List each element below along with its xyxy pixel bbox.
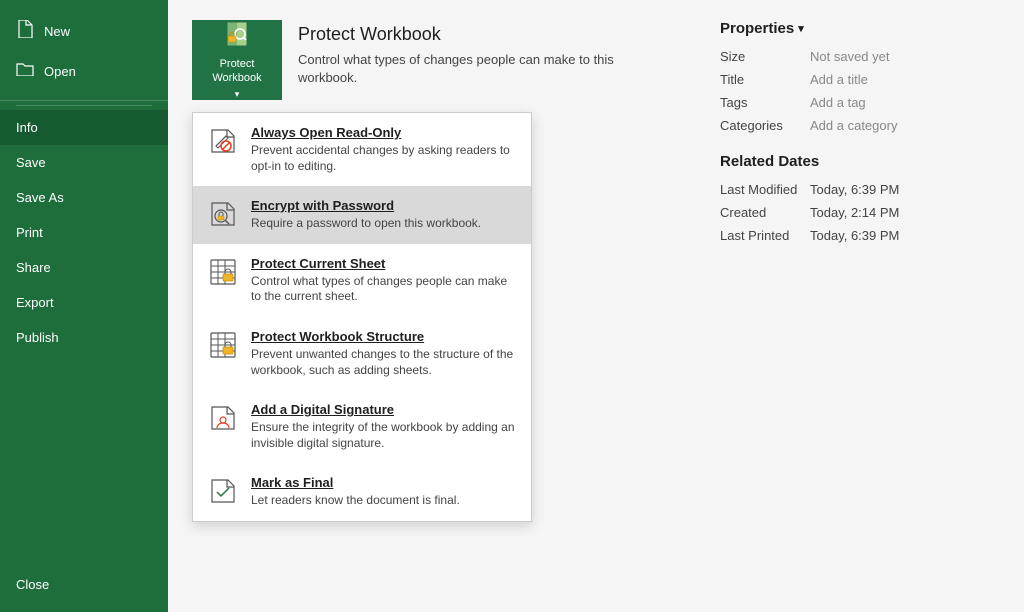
related-dates-header: Related Dates xyxy=(720,153,1000,170)
dropdown-item-mark-final-desc: Let readers know the document is final. xyxy=(251,493,460,509)
prop-value-size: Not saved yet xyxy=(810,49,890,64)
protect-label-2: Workbook xyxy=(212,72,261,84)
sidebar-item-close[interactable]: Close xyxy=(0,567,168,602)
properties-chevron-icon: ▾ xyxy=(798,22,804,35)
sidebar-top: New Open xyxy=(0,0,168,101)
dropdown-item-digital-sig-title: Add a Digital Signature xyxy=(251,402,517,417)
dropdown-item-read-only-text: Always Open Read-Only Prevent accidental… xyxy=(251,125,517,174)
sidebar-label-open: Open xyxy=(44,64,76,79)
sidebar-item-info[interactable]: Info xyxy=(0,110,168,145)
protect-workbook-title: Protect Workbook xyxy=(298,24,618,45)
protect-sheet-icon xyxy=(207,256,239,288)
sidebar-divider xyxy=(16,105,152,106)
dropdown-item-digital-sig-desc: Ensure the integrity of the workbook by … xyxy=(251,420,517,451)
sidebar-item-open[interactable]: Open xyxy=(0,52,168,90)
property-row-title: Title Add a title xyxy=(720,72,1000,87)
date-label-printed: Last Printed xyxy=(720,228,810,243)
protect-description: Protect Workbook Control what types of c… xyxy=(298,20,618,87)
sidebar-label-info: Info xyxy=(16,120,38,135)
dropdown-item-protect-structure-text: Protect Workbook Structure Prevent unwan… xyxy=(251,329,517,378)
dropdown-item-protect-structure-desc: Prevent unwanted changes to the structur… xyxy=(251,347,517,378)
sidebar-label-export: Export xyxy=(16,295,54,310)
sidebar-item-save-as[interactable]: Save As xyxy=(0,180,168,215)
dropdown-item-read-only[interactable]: Always Open Read-Only Prevent accidental… xyxy=(193,113,531,186)
prop-value-tags[interactable]: Add a tag xyxy=(810,95,866,110)
sidebar-label-save: Save xyxy=(16,155,46,170)
dropdown-item-mark-final[interactable]: Mark as Final Let readers know the docum… xyxy=(193,463,531,521)
new-document-icon xyxy=(16,20,34,42)
main-content: Protect Workbook ▾ Protect Workbook Cont… xyxy=(168,0,1024,612)
dropdown-item-mark-final-text: Mark as Final Let readers know the docum… xyxy=(251,475,460,509)
digital-signature-icon xyxy=(207,402,239,434)
protect-workbook-button[interactable]: Protect Workbook ▾ xyxy=(192,20,282,100)
sidebar-bottom: Close xyxy=(0,567,168,612)
prop-label-tags: Tags xyxy=(720,95,810,110)
sidebar-label-save-as: Save As xyxy=(16,190,64,205)
sidebar-item-publish[interactable]: Publish xyxy=(0,320,168,355)
prop-label-title: Title xyxy=(720,72,810,87)
protect-dropdown-arrow-icon: ▾ xyxy=(235,89,240,100)
dropdown-item-protect-sheet-title: Protect Current Sheet xyxy=(251,256,517,271)
dropdown-item-protect-structure-title: Protect Workbook Structure xyxy=(251,329,517,344)
left-panel: Protect Workbook ▾ Protect Workbook Cont… xyxy=(192,20,700,592)
encrypt-icon xyxy=(207,198,239,230)
sidebar-item-share[interactable]: Share xyxy=(0,250,168,285)
properties-title: Properties xyxy=(720,20,794,37)
info-area: Protect Workbook ▾ Protect Workbook Cont… xyxy=(168,0,1024,612)
dropdown-item-digital-sig-text: Add a Digital Signature Ensure the integ… xyxy=(251,402,517,451)
mark-final-icon xyxy=(207,475,239,507)
dropdown-item-protect-structure[interactable]: Protect Workbook Structure Prevent unwan… xyxy=(193,317,531,390)
protect-workbook-desc: Control what types of changes people can… xyxy=(298,51,618,87)
sidebar-label-new: New xyxy=(44,24,70,39)
sidebar-label-publish: Publish xyxy=(16,330,59,345)
dropdown-item-mark-final-title: Mark as Final xyxy=(251,475,460,490)
sidebar-item-save[interactable]: Save xyxy=(0,145,168,180)
sidebar-label-close: Close xyxy=(16,577,49,592)
protect-workbook-icon xyxy=(223,20,251,54)
properties-table: Size Not saved yet Title Add a title Tag… xyxy=(720,49,1000,133)
prop-value-categories[interactable]: Add a category xyxy=(810,118,897,133)
dropdown-item-digital-sig[interactable]: Add a Digital Signature Ensure the integ… xyxy=(193,390,531,463)
date-value-created: Today, 2:14 PM xyxy=(810,205,899,220)
properties-header: Properties ▾ xyxy=(720,20,1000,37)
dropdown-item-read-only-desc: Prevent accidental changes by asking rea… xyxy=(251,143,517,174)
dropdown-item-read-only-title: Always Open Read-Only xyxy=(251,125,517,140)
dropdown-item-protect-sheet-desc: Control what types of changes people can… xyxy=(251,274,517,305)
open-folder-icon xyxy=(16,62,34,80)
date-value-printed: Today, 6:39 PM xyxy=(810,228,899,243)
property-row-tags: Tags Add a tag xyxy=(720,95,1000,110)
sidebar-label-print: Print xyxy=(16,225,43,240)
sidebar-label-share: Share xyxy=(16,260,51,275)
sidebar-item-print[interactable]: Print xyxy=(0,215,168,250)
sidebar: New Open Info Save Save As Print Share E… xyxy=(0,0,168,612)
read-only-icon xyxy=(207,125,239,157)
protect-structure-icon xyxy=(207,329,239,361)
date-value-modified: Today, 6:39 PM xyxy=(810,182,899,197)
dropdown-item-encrypt-title: Encrypt with Password xyxy=(251,198,481,213)
date-row-printed: Last Printed Today, 6:39 PM xyxy=(720,228,1000,243)
protect-label-1: Protect xyxy=(220,58,255,70)
date-row-created: Created Today, 2:14 PM xyxy=(720,205,1000,220)
right-panel: Properties ▾ Size Not saved yet Title Ad… xyxy=(720,20,1000,592)
related-dates-table: Last Modified Today, 6:39 PM Created Tod… xyxy=(720,182,1000,243)
date-label-modified: Last Modified xyxy=(720,182,810,197)
dropdown-item-protect-sheet-text: Protect Current Sheet Control what types… xyxy=(251,256,517,305)
dropdown-item-encrypt-text: Encrypt with Password Require a password… xyxy=(251,198,481,232)
dropdown-item-protect-sheet[interactable]: Protect Current Sheet Control what types… xyxy=(193,244,531,317)
prop-label-size: Size xyxy=(720,49,810,64)
sidebar-item-new[interactable]: New xyxy=(0,10,168,52)
prop-label-categories: Categories xyxy=(720,118,810,133)
prop-value-title[interactable]: Add a title xyxy=(810,72,868,87)
date-label-created: Created xyxy=(720,205,810,220)
property-row-size: Size Not saved yet xyxy=(720,49,1000,64)
protect-button-label: Protect Workbook xyxy=(212,58,261,84)
dropdown-item-encrypt-desc: Require a password to open this workbook… xyxy=(251,216,481,232)
date-row-modified: Last Modified Today, 6:39 PM xyxy=(720,182,1000,197)
protect-dropdown-menu: Always Open Read-Only Prevent accidental… xyxy=(192,112,532,522)
protect-section: Protect Workbook ▾ Protect Workbook Cont… xyxy=(192,20,700,100)
dropdown-item-encrypt[interactable]: Encrypt with Password Require a password… xyxy=(193,186,531,244)
property-row-categories: Categories Add a category xyxy=(720,118,1000,133)
sidebar-item-export[interactable]: Export xyxy=(0,285,168,320)
